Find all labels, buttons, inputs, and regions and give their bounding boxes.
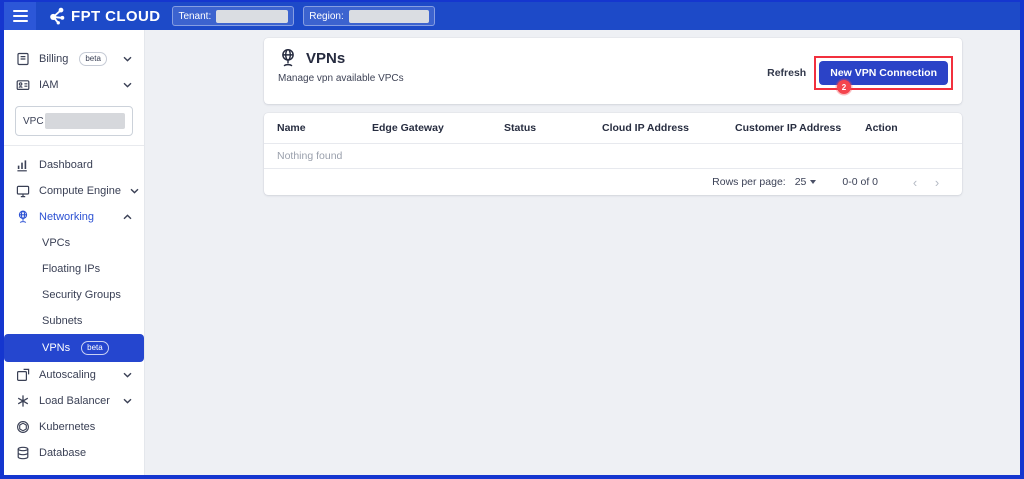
vpc-select-prefix: VPC (23, 116, 44, 127)
network-nodes-logo-icon (46, 6, 66, 26)
sidebar-item-compute-engine[interactable]: Compute Engine (4, 178, 144, 204)
chevron-up-icon (123, 214, 132, 220)
database-icon (16, 446, 30, 460)
beta-badge: beta (81, 341, 109, 355)
iam-icon (16, 78, 30, 92)
vpns-header-card: VPNs Manage vpn available VPCs Refresh N… (264, 38, 962, 104)
sidebar-item-vpns[interactable]: VPNs beta (4, 334, 144, 362)
vpc-value-redacted (45, 113, 125, 129)
previous-page-button[interactable]: ‹ (904, 175, 926, 190)
sidebar-item-security-groups[interactable]: Security Groups (4, 282, 144, 308)
tenant-label: Tenant: (178, 11, 211, 22)
dashboard-icon (16, 158, 30, 172)
region-value-redacted (349, 10, 429, 23)
annotation-number-badge: 2 (837, 80, 851, 94)
sidebar-item-kubernetes[interactable]: Kubernetes (4, 414, 144, 440)
fpt-cloud-logo[interactable]: FPT CLOUD (46, 6, 160, 26)
vpns-table: Name Edge Gateway Status Cloud IP Addres… (264, 113, 962, 169)
vpc-select[interactable]: VPC (15, 106, 133, 136)
sidebar-item-label: VPCs (42, 237, 70, 249)
sidebar-item-iam[interactable]: IAM (4, 72, 144, 98)
sidebar: Billing beta IAM VPC (4, 30, 145, 475)
tenant-value-redacted (216, 10, 288, 23)
table-header-row: Name Edge Gateway Status Cloud IP Addres… (264, 113, 962, 144)
rows-per-page-select[interactable]: 25 (795, 176, 817, 188)
sidebar-item-database[interactable]: Database (4, 440, 144, 466)
globe-stand-icon (278, 48, 298, 68)
sidebar-item-label: Subnets (42, 315, 82, 327)
rows-per-page-label: Rows per page: (712, 176, 786, 188)
page-title: VPNs (306, 50, 345, 67)
app-window: FPT CLOUD Tenant: Region: Billing beta (0, 0, 1024, 479)
sidebar-item-label: VPNs (42, 342, 70, 354)
load-balancer-icon (16, 394, 30, 408)
hamburger-icon (13, 10, 28, 12)
networking-globe-icon (16, 210, 30, 224)
chevron-down-icon (123, 82, 132, 88)
sidebar-item-networking[interactable]: Networking (4, 204, 144, 230)
empty-state-text: Nothing found (264, 144, 962, 169)
kubernetes-icon (16, 420, 30, 434)
sidebar-divider (4, 145, 144, 146)
autoscaling-icon (16, 368, 30, 382)
rows-per-page-value: 25 (795, 176, 807, 188)
page-subtitle: Manage vpn available VPCs (278, 73, 404, 84)
sidebar-item-label: Security Groups (42, 289, 121, 301)
hamburger-menu-button[interactable] (4, 2, 36, 30)
column-header-customer-ip: Customer IP Address (722, 113, 852, 144)
topbar: FPT CLOUD Tenant: Region: (4, 2, 1020, 30)
sidebar-item-label: Kubernetes (39, 421, 95, 433)
vpns-table-card: Name Edge Gateway Status Cloud IP Addres… (264, 113, 962, 195)
sidebar-menu: Dashboard Compute Engine (4, 152, 144, 466)
sidebar-item-floating-ips[interactable]: Floating IPs (4, 256, 144, 282)
sidebar-item-vpcs[interactable]: VPCs (4, 230, 144, 256)
sidebar-item-label: Database (39, 447, 86, 459)
sidebar-item-load-balancer[interactable]: Load Balancer (4, 388, 144, 414)
billing-icon (16, 52, 30, 66)
column-header-edge-gateway: Edge Gateway (359, 113, 491, 144)
caret-down-icon (810, 180, 816, 184)
column-header-name: Name (264, 113, 359, 144)
sidebar-item-label: Load Balancer (39, 395, 110, 407)
empty-state-row: Nothing found (264, 144, 962, 169)
chevron-down-icon (130, 188, 139, 194)
column-header-cloud-ip: Cloud IP Address (589, 113, 722, 144)
page-heading: VPNs Manage vpn available VPCs (278, 48, 404, 94)
chevron-down-icon (123, 372, 132, 378)
sidebar-item-autoscaling[interactable]: Autoscaling (4, 362, 144, 388)
sidebar-item-subnets[interactable]: Subnets (4, 308, 144, 334)
sidebar-item-dashboard[interactable]: Dashboard (4, 152, 144, 178)
chevron-down-icon (123, 56, 132, 62)
sidebar-item-label: IAM (39, 79, 59, 91)
logo-text: FPT CLOUD (71, 8, 160, 25)
region-label: Region: (309, 11, 343, 22)
column-header-action: Action (852, 113, 962, 144)
sidebar-item-label: Billing (39, 53, 68, 65)
tenant-selector[interactable]: Tenant: (172, 6, 294, 26)
sidebar-item-label: Dashboard (39, 159, 93, 171)
region-selector[interactable]: Region: (303, 6, 434, 26)
beta-badge: beta (79, 52, 107, 66)
compute-engine-icon (16, 184, 30, 198)
chevron-down-icon (123, 398, 132, 404)
content-area: VPNs Manage vpn available VPCs Refresh N… (145, 30, 1020, 475)
sidebar-item-billing[interactable]: Billing beta (4, 46, 144, 72)
sidebar-item-label: Floating IPs (42, 263, 100, 275)
sidebar-item-label: Networking (39, 211, 94, 223)
sidebar-item-label: Autoscaling (39, 369, 96, 381)
sidebar-item-label: Compute Engine (39, 185, 121, 197)
table-pagination: Rows per page: 25 0-0 of 0 ‹ › (264, 169, 962, 195)
refresh-button[interactable]: Refresh (767, 67, 806, 79)
column-header-status: Status (491, 113, 589, 144)
pagination-range: 0-0 of 0 (842, 176, 878, 188)
next-page-button[interactable]: › (926, 175, 948, 190)
